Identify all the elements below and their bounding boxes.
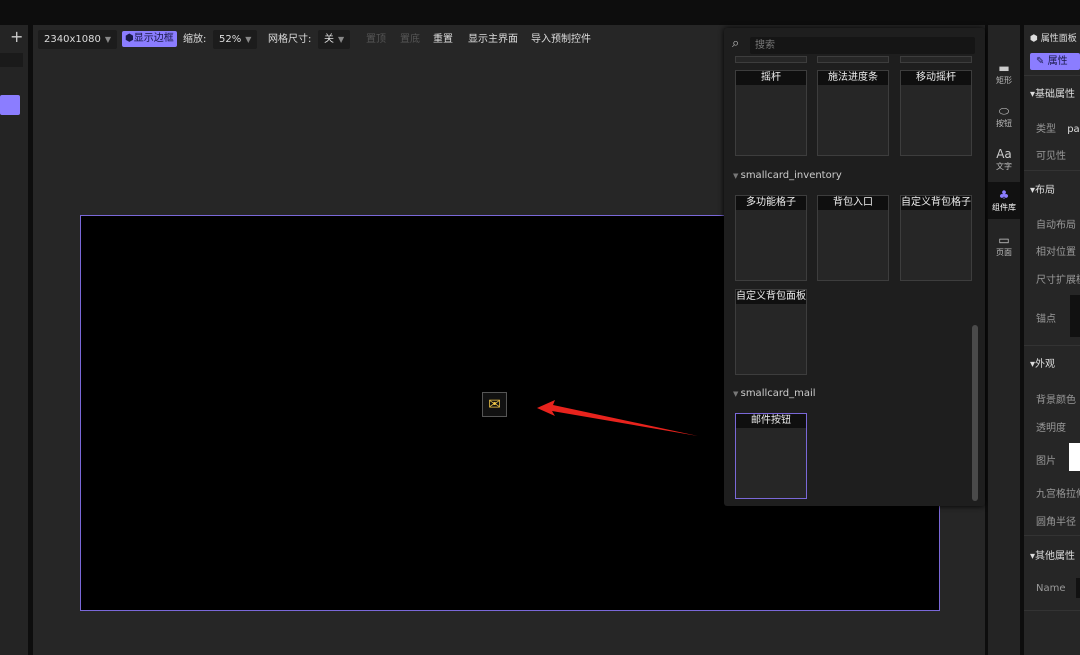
- show-main-ui-button[interactable]: 显示主界面: [468, 30, 518, 49]
- section-header-mail[interactable]: ▼ smallcard_mail: [733, 388, 816, 399]
- red-arrow-annotation: [537, 400, 698, 436]
- card-title: 移动摇杆: [901, 71, 971, 85]
- resolution-dropdown[interactable]: 2340x1080 ▼: [38, 30, 117, 49]
- search-input[interactable]: 搜索: [750, 37, 975, 54]
- edit-icon: ✎: [1036, 56, 1045, 67]
- scrollbar[interactable]: [972, 325, 978, 501]
- component-card[interactable]: 移动摇杆: [900, 70, 972, 156]
- section-title: smallcard_inventory: [740, 170, 842, 181]
- zoom-value: 52%: [219, 34, 242, 45]
- card-title: 背包入口: [818, 196, 888, 210]
- card-title: 施法进度条: [818, 71, 888, 85]
- tool-label: 文字: [996, 162, 1012, 171]
- mail-button-icon[interactable]: ✉: [482, 392, 507, 417]
- section-appearance[interactable]: ▾外观: [1030, 355, 1055, 370]
- component-library-popup: ⌕ 搜索 摇杆 施法进度条 移动摇杆 ▼ smallcard_inventory…: [724, 28, 985, 506]
- component-card[interactable]: 自定义背包格子: [900, 195, 972, 281]
- card-title: 自定义背包格子: [901, 196, 971, 210]
- anchor-picker[interactable]: [1070, 295, 1080, 337]
- tool-text[interactable]: Aa 文字: [988, 147, 1020, 172]
- component-card[interactable]: [900, 56, 972, 63]
- button-icon: ⬭: [998, 104, 1010, 118]
- search-box[interactable]: [0, 53, 23, 67]
- component-library-icon: ♣: [998, 188, 1010, 202]
- reset-button[interactable]: 重置: [433, 30, 453, 49]
- type-value: pa: [1067, 124, 1080, 135]
- size-expand-label: 尺寸扩展模: [1036, 275, 1080, 286]
- selected-layer-item[interactable]: [0, 95, 20, 115]
- bring-to-top-button[interactable]: 置顶: [366, 30, 386, 49]
- auto-layout-label: 自动布局: [1036, 220, 1076, 231]
- show-border-label: 显示边框: [133, 33, 174, 44]
- component-card[interactable]: 背包入口: [817, 195, 889, 281]
- tool-label: 按钮: [996, 119, 1012, 128]
- type-label: 类型 pa: [1036, 124, 1080, 135]
- send-to-bottom-button[interactable]: 置底: [400, 30, 420, 49]
- text-icon: Aa: [996, 147, 1012, 161]
- card-title: 邮件按钮: [736, 414, 806, 428]
- tool-label: 页面: [996, 248, 1012, 257]
- resolution-value: 2340x1080: [44, 34, 101, 45]
- radius-label: 圆角半径: [1036, 517, 1076, 528]
- section-layout[interactable]: ▾布局: [1030, 181, 1055, 196]
- tool-label: 矩形: [996, 76, 1012, 85]
- opacity-label: 透明度: [1036, 423, 1066, 434]
- anchor-label: 锚点: [1036, 314, 1056, 325]
- nine-slice-label: 九宫格拉伸: [1036, 489, 1080, 500]
- tool-label: 组件库: [992, 203, 1016, 212]
- component-card[interactable]: [817, 56, 889, 63]
- zoom-label: 缩放:: [183, 34, 207, 45]
- card-title: 自定义背包面板: [736, 290, 806, 304]
- tool-page[interactable]: ▭ 页面: [988, 233, 1020, 258]
- section-title: smallcard_mail: [740, 388, 816, 399]
- section-header-inventory[interactable]: ▼ smallcard_inventory: [733, 170, 842, 181]
- name-input[interactable]: [1076, 578, 1080, 598]
- card-title: 摇杆: [736, 71, 806, 85]
- properties-panel: ⬢ 属性面板 ✎ 属性 ▾基础属性 类型 pa 可见性 ▾布局 自动布局 相对位…: [1024, 25, 1080, 655]
- relative-position-label: 相对位置: [1036, 247, 1076, 258]
- component-card[interactable]: 自定义背包面板: [735, 289, 807, 375]
- zoom-dropdown[interactable]: 52% ▼: [213, 30, 258, 49]
- import-prefab-button[interactable]: 导入预制控件: [531, 30, 591, 49]
- component-card-selected[interactable]: 邮件按钮: [735, 413, 807, 499]
- left-panel: +: [0, 25, 28, 655]
- image-picker[interactable]: [1069, 443, 1080, 471]
- tool-rectangle[interactable]: ▬ 矩形: [988, 61, 1020, 86]
- tool-component-library[interactable]: ♣ 组件库: [988, 182, 1020, 219]
- image-label: 图片: [1036, 456, 1056, 467]
- grid-size-label: 网格尺寸:: [268, 34, 312, 45]
- properties-title: ⬢ 属性面板: [1030, 34, 1077, 44]
- search-icon: ⌕: [732, 36, 740, 51]
- name-label: Name: [1036, 583, 1066, 594]
- add-button[interactable]: +: [10, 27, 23, 46]
- show-border-toggle[interactable]: ⬢显示边框: [122, 31, 177, 47]
- cube-icon: ⬢: [125, 33, 134, 44]
- section-other[interactable]: ▾其他属性: [1030, 547, 1075, 562]
- component-card[interactable]: 摇杆: [735, 70, 807, 156]
- component-card[interactable]: [735, 56, 807, 63]
- page-icon: ▭: [998, 233, 1010, 247]
- tool-button[interactable]: ⬭ 按钮: [988, 104, 1020, 129]
- grid-size-dropdown[interactable]: 关 ▼: [318, 30, 351, 49]
- tab-properties[interactable]: ✎ 属性: [1030, 53, 1080, 70]
- tab-label: 属性: [1047, 56, 1068, 67]
- section-basic[interactable]: ▾基础属性: [1030, 85, 1075, 100]
- card-title: 多功能格子: [736, 196, 806, 210]
- visible-label: 可见性: [1036, 151, 1066, 162]
- bg-color-label: 背景颜色: [1036, 395, 1076, 406]
- component-card[interactable]: 施法进度条: [817, 70, 889, 156]
- rectangle-icon: ▬: [998, 61, 1010, 75]
- grid-size-value: 关: [324, 34, 334, 45]
- component-card[interactable]: 多功能格子: [735, 195, 807, 281]
- tool-strip: ▬ 矩形 ⬭ 按钮 Aa 文字 ♣ 组件库 ▭ 页面: [988, 25, 1020, 655]
